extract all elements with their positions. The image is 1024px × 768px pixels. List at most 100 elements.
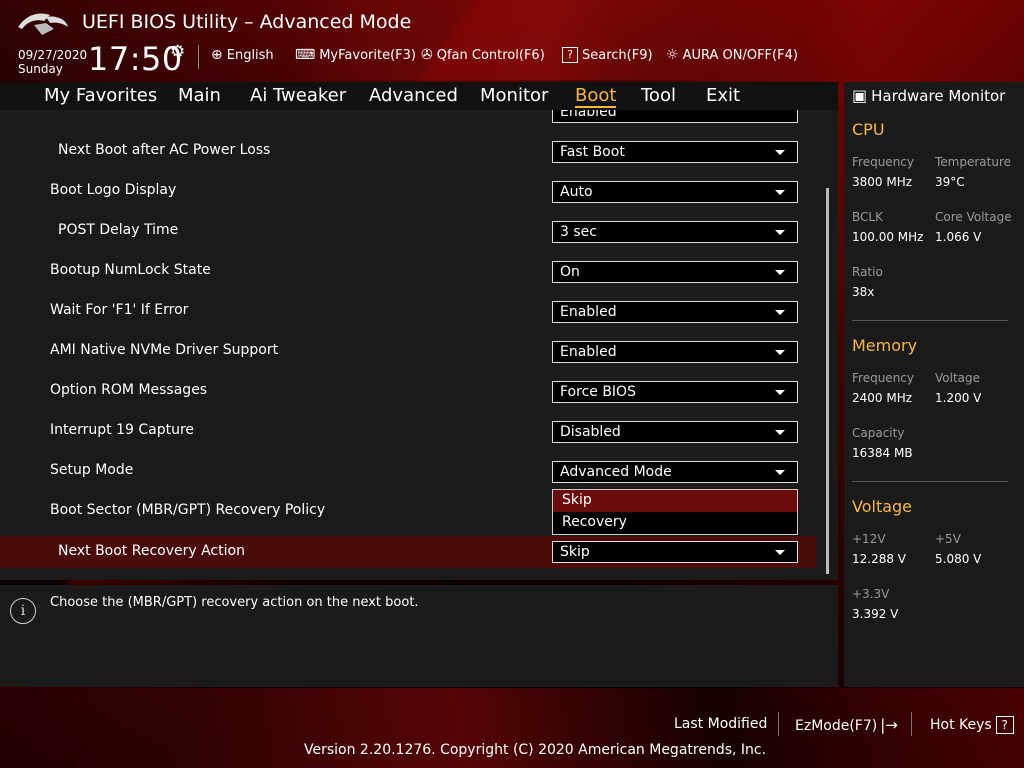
tab-tool[interactable]: Tool — [641, 85, 676, 106]
last-modified-button[interactable]: Last Modified — [674, 716, 767, 732]
memory-voltage-label: Voltage — [935, 371, 981, 385]
day-value: Sunday — [18, 62, 63, 76]
chevron-down-icon — [775, 390, 785, 395]
qfan-control-button[interactable]: ✇ Qfan Control(F6) — [421, 47, 545, 63]
chevron-down-icon — [775, 350, 785, 355]
ratio-label: Ratio — [852, 265, 883, 279]
v5-label: +5V — [935, 532, 961, 546]
app-title: UEFI BIOS Utility – Advanced Mode — [82, 11, 412, 33]
chevron-down-icon — [775, 550, 785, 555]
tab-monitor[interactable]: Monitor — [480, 85, 548, 106]
gear-icon[interactable]: ⚙ — [170, 42, 185, 62]
tab-ai-tweaker[interactable]: Ai Tweaker — [250, 85, 346, 106]
dropdown-value: On — [560, 264, 580, 280]
setting-row[interactable]: Setup Mode Advanced Mode — [0, 455, 816, 487]
info-icon: i — [10, 598, 36, 624]
aura-toggle-button[interactable]: ☼ AURA ON/OFF(F4) — [666, 47, 798, 63]
myfavorite-label: MyFavorite(F3) — [319, 47, 416, 63]
hotkeys-button[interactable]: Hot Keys? — [930, 716, 1014, 734]
ratio-value: 38x — [852, 285, 875, 299]
next-boot-ac-dropdown[interactable]: Fast Boot — [552, 141, 798, 163]
setting-label: Next Boot after AC Power Loss — [58, 142, 271, 158]
nvme-driver-dropdown[interactable]: Enabled — [552, 341, 798, 363]
myfavorite-button[interactable]: ⌨ MyFavorite(F3) — [295, 47, 416, 63]
chevron-down-icon — [775, 150, 785, 155]
setting-row[interactable]: Bootup NumLock State On — [0, 255, 816, 287]
search-box-icon: ? — [562, 47, 578, 63]
v33-label: +3.3V — [852, 587, 890, 601]
recovery-action-dropdown[interactable]: Skip — [552, 541, 798, 563]
dropdown-value: Force BIOS — [560, 384, 636, 400]
setting-row[interactable]: AMI Native NVMe Driver Support Enabled — [0, 335, 816, 367]
language-button[interactable]: ⊕ English — [211, 47, 274, 63]
chevron-down-icon — [775, 230, 785, 235]
setting-label: Bootup NumLock State — [50, 262, 211, 278]
settings-panel: Enabled Next Boot after AC Power Loss Fa… — [0, 110, 838, 580]
scrollbar[interactable] — [826, 188, 829, 574]
option-skip[interactable]: Skip — [553, 490, 797, 512]
search-label: Search(F9) — [582, 47, 653, 63]
capacity-value: 16384 MB — [852, 446, 913, 460]
dropdown-value: Fast Boot — [560, 144, 625, 160]
core-voltage-value: 1.066 V — [935, 230, 982, 244]
fan-icon: ✇ — [421, 47, 433, 63]
option-recovery[interactable]: Recovery — [553, 512, 797, 534]
version-text: Version 2.20.1276. Copyright (C) 2020 Am… — [304, 742, 767, 758]
help-panel: i Choose the (MBR/GPT) recovery action o… — [0, 585, 838, 687]
setup-mode-dropdown[interactable]: Advanced Mode — [552, 461, 798, 483]
partial-dropdown-value: Enabled — [560, 110, 617, 120]
cpu-heading: CPU — [852, 120, 885, 139]
setting-row[interactable]: Boot Logo Display Auto — [0, 175, 816, 207]
setting-row[interactable]: Option ROM Messages Force BIOS — [0, 375, 816, 407]
memory-frequency-label: Frequency — [852, 371, 914, 385]
dropdown-value: Auto — [560, 184, 593, 200]
setting-row[interactable]: Interrupt 19 Capture Disabled — [0, 415, 816, 447]
help-text: Choose the (MBR/GPT) recovery action on … — [50, 595, 419, 610]
setting-label: POST Delay Time — [58, 222, 179, 238]
search-button[interactable]: ? Search(F9) — [562, 47, 653, 63]
tab-advanced[interactable]: Advanced — [369, 85, 458, 106]
tab-exit[interactable]: Exit — [706, 85, 740, 106]
ezmode-button[interactable]: EzMode(F7) |→ — [795, 716, 898, 734]
partial-dropdown[interactable]: Enabled — [552, 110, 798, 123]
wait-f1-dropdown[interactable]: Enabled — [552, 301, 798, 323]
footer-divider — [778, 712, 779, 736]
chevron-down-icon — [775, 470, 785, 475]
setting-label: AMI Native NVMe Driver Support — [50, 342, 279, 358]
boot-logo-dropdown[interactable]: Auto — [552, 181, 798, 203]
hardware-monitor-label: Hardware Monitor — [871, 86, 1006, 105]
setting-label: Next Boot Recovery Action — [58, 543, 245, 559]
memory-frequency-value: 2400 MHz — [852, 391, 913, 405]
bclk-label: BCLK — [852, 210, 883, 224]
section-divider — [852, 320, 1008, 321]
option-rom-dropdown[interactable]: Force BIOS — [552, 381, 798, 403]
tab-boot[interactable]: Boot — [575, 85, 617, 108]
interrupt19-dropdown[interactable]: Disabled — [552, 421, 798, 443]
voltage-heading: Voltage — [852, 497, 913, 516]
recovery-policy-options: Skip Recovery — [552, 489, 798, 535]
ezmode-label: EzMode(F7) — [795, 718, 878, 734]
keyboard-icon: ⌨ — [295, 47, 316, 63]
option-label: Skip — [562, 492, 592, 508]
v5-value: 5.080 V — [935, 552, 982, 566]
tab-my-favorites[interactable]: My Favorites — [44, 85, 157, 106]
setting-label: Boot Logo Display — [50, 182, 177, 198]
cpu-temperature-label: Temperature — [935, 155, 1012, 169]
hardware-monitor-panel: ▣ Hardware Monitor CPU Frequency Tempera… — [844, 82, 1024, 687]
dropdown-value: Enabled — [560, 344, 617, 360]
numlock-dropdown[interactable]: On — [552, 261, 798, 283]
section-divider — [852, 481, 1008, 482]
hardware-monitor-title: ▣ Hardware Monitor — [852, 86, 1005, 105]
option-label: Recovery — [562, 514, 627, 530]
cpu-frequency-label: Frequency — [852, 155, 914, 169]
post-delay-dropdown[interactable]: 3 sec — [552, 221, 798, 243]
setting-label: Wait For 'F1' If Error — [50, 302, 189, 318]
monitor-icon: ▣ — [852, 86, 868, 105]
setting-row[interactable]: Wait For 'F1' If Error Enabled — [0, 295, 816, 327]
setting-row[interactable]: Next Boot after AC Power Loss Fast Boot — [0, 135, 816, 167]
footer-divider — [911, 712, 912, 736]
setting-row-selected[interactable]: Next Boot Recovery Action Skip — [0, 536, 816, 568]
setting-row[interactable]: POST Delay Time 3 sec — [0, 215, 816, 247]
tab-main[interactable]: Main — [178, 85, 221, 106]
date-value: 09/27/2020 — [18, 48, 88, 62]
